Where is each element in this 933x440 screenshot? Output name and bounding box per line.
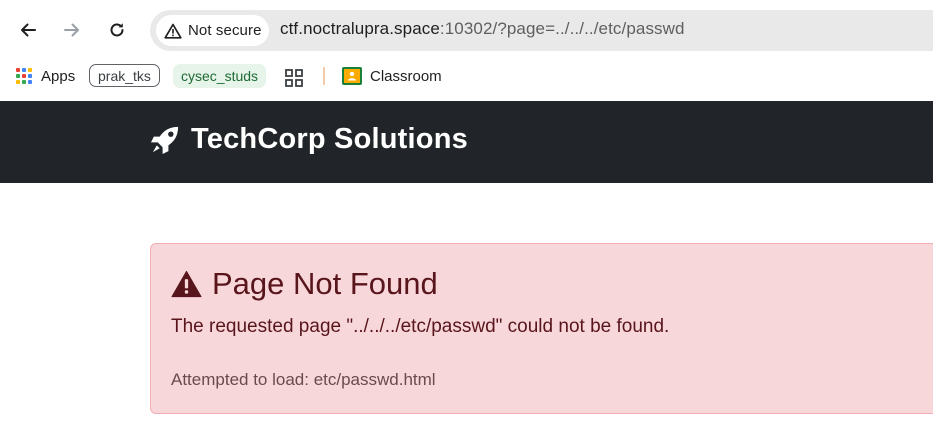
brand-name: TechCorp Solutions: [191, 123, 468, 155]
error-alert: Page Not Found The requested page "../..…: [150, 243, 933, 414]
back-button[interactable]: [10, 12, 46, 48]
rocket-icon: [150, 126, 179, 155]
bookmark-label: Classroom: [370, 67, 442, 85]
warning-icon: [164, 23, 182, 39]
reload-button[interactable]: [99, 12, 135, 48]
security-indicator[interactable]: Not secure: [156, 15, 269, 46]
alert-message: The requested page "../../../etc/passwd"…: [171, 316, 670, 337]
forward-button[interactable]: [54, 12, 90, 48]
bookmark-label: prak_tks: [98, 67, 151, 84]
security-label: Not secure: [188, 22, 262, 39]
brand-link[interactable]: TechCorp Solutions: [150, 123, 468, 156]
apps-grid-icon: [16, 68, 32, 84]
url-text[interactable]: ctf.noctralupra.space:10302/?page=../../…: [280, 19, 685, 39]
exclamation-triangle-icon: [171, 270, 202, 298]
alert-heading: Page Not Found: [171, 266, 438, 302]
bookmark-tab-groups[interactable]: [284, 66, 304, 90]
bookmark-label: cysec_studs: [181, 68, 259, 84]
url-host: ctf.noctralupra.space: [280, 19, 440, 38]
classroom-icon: [342, 67, 362, 85]
bookmarks-bar: Apps prak_tks cysec_studs Classroom: [0, 60, 933, 102]
back-icon: [21, 23, 36, 37]
bookmark-classroom[interactable]: Classroom: [342, 64, 442, 88]
bookmark-folder-cysec-studs[interactable]: cysec_studs: [173, 64, 267, 88]
alert-title-text: Page Not Found: [212, 266, 438, 301]
browser-toolbar: Not secure ctf.noctralupra.space:10302/?…: [0, 0, 933, 60]
bookmark-separator: [323, 67, 325, 85]
grid-icon: [285, 69, 303, 87]
bookmark-apps-label: Apps: [41, 67, 76, 85]
url-path: :10302/?page=../../../etc/passwd: [439, 19, 685, 38]
alert-attempted-path: Attempted to load: etc/passwd.html: [171, 370, 436, 389]
site-navbar: TechCorp Solutions: [0, 101, 933, 183]
reload-icon: [110, 23, 124, 37]
forward-icon: [64, 23, 79, 37]
bookmark-folder-prak-tks[interactable]: prak_tks: [89, 64, 160, 87]
bookmark-apps[interactable]: Apps: [16, 64, 75, 88]
